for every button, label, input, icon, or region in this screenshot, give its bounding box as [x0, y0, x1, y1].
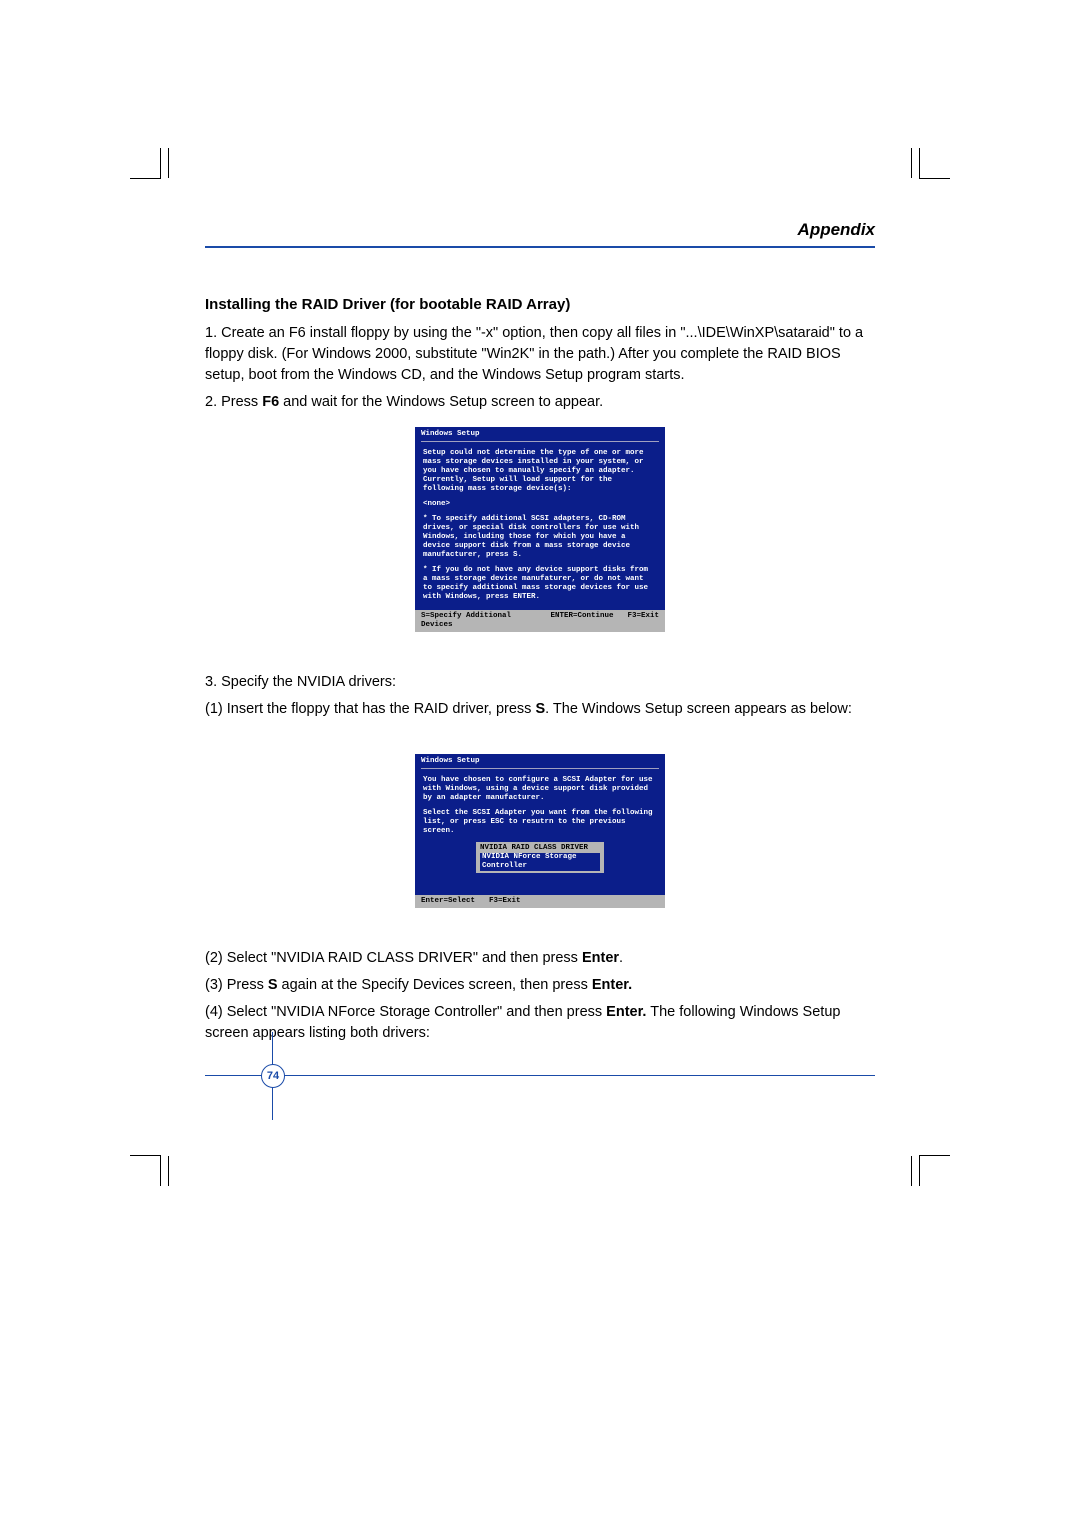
page-number: 74 — [261, 1064, 285, 1088]
divider — [421, 441, 659, 442]
footer-key-f3: F3=Exit — [627, 612, 659, 630]
crop-mark-tr — [919, 148, 950, 179]
setup-title: Windows Setup — [415, 754, 665, 767]
text: (3) Press — [205, 977, 268, 993]
footer-key-s: S=Specify Additional Devices — [421, 612, 536, 630]
windows-setup-screen-1: Windows Setup Setup could not determine … — [415, 427, 665, 632]
footer-key-f3: F3=Exit — [489, 897, 521, 906]
page-footer: 74 — [205, 1062, 875, 1090]
setup-line: Select the SCSI Adapter you want from th… — [423, 809, 657, 836]
text: (1) Insert the floppy that has the RAID … — [205, 701, 535, 717]
key-f6: F6 — [262, 394, 279, 410]
key-s: S — [535, 701, 545, 717]
section-heading: Installing the RAID Driver (for bootable… — [205, 296, 875, 313]
page-content: Appendix Installing the RAID Driver (for… — [205, 220, 875, 1050]
text: (4) Select "NVIDIA NForce Storage Contro… — [205, 1004, 606, 1020]
key-enter: Enter — [582, 950, 619, 966]
setup-line: Setup could not determine the type of on… — [423, 449, 657, 494]
paragraph-step1: 1. Create an F6 install floppy by using … — [205, 323, 875, 386]
crop-mark-br — [919, 1155, 950, 1186]
setup-line: * To specify additional SCSI adapters, C… — [423, 515, 657, 560]
setup-line: You have chosen to configure a SCSI Adap… — [423, 776, 657, 803]
text: (2) Select "NVIDIA RAID CLASS DRIVER" an… — [205, 950, 582, 966]
footer-hline — [205, 1075, 875, 1076]
key-enter: Enter. — [592, 977, 632, 993]
driver-list: NVIDIA RAID CLASS DRIVER NVIDIA NForce S… — [476, 842, 604, 873]
crop-mark-bl — [130, 1155, 161, 1186]
setup-footer: S=Specify Additional Devices ENTER=Conti… — [415, 610, 665, 632]
crop-mark-tl — [130, 148, 161, 179]
footer-key-enter: ENTER=Continue — [550, 612, 613, 630]
setup-line: * If you do not have any device support … — [423, 566, 657, 602]
text: . — [619, 950, 623, 966]
paragraph-step3-2: (2) Select "NVIDIA RAID CLASS DRIVER" an… — [205, 948, 875, 969]
text: and wait for the Windows Setup screen to… — [279, 394, 603, 410]
text: again at the Specify Devices screen, the… — [278, 977, 592, 993]
footer-key-enter: Enter=Select — [421, 897, 475, 906]
driver-option: NVIDIA NForce Storage Controller — [480, 853, 600, 871]
paragraph-step3-1: (1) Insert the floppy that has the RAID … — [205, 699, 875, 720]
setup-title: Windows Setup — [415, 427, 665, 440]
paragraph-step3: 3. Specify the NVIDIA drivers: — [205, 672, 875, 693]
paragraph-step3-4: (4) Select "NVIDIA NForce Storage Contro… — [205, 1002, 875, 1044]
setup-body: Setup could not determine the type of on… — [415, 445, 665, 610]
setup-none: <none> — [423, 500, 657, 509]
divider — [421, 768, 659, 769]
key-enter: Enter. — [606, 1004, 646, 1020]
text: 2. Press — [205, 394, 262, 410]
setup-body: You have chosen to configure a SCSI Adap… — [415, 772, 665, 895]
setup-footer: Enter=Select F3=Exit — [415, 895, 665, 908]
key-s: S — [268, 977, 278, 993]
paragraph-step2: 2. Press F6 and wait for the Windows Set… — [205, 392, 875, 413]
page-header: Appendix — [205, 220, 875, 248]
driver-option-selected: NVIDIA RAID CLASS DRIVER — [480, 844, 600, 853]
windows-setup-screen-2: Windows Setup You have chosen to configu… — [415, 754, 665, 908]
text: . The Windows Setup screen appears as be… — [545, 701, 852, 717]
paragraph-step3-3: (3) Press S again at the Specify Devices… — [205, 975, 875, 996]
